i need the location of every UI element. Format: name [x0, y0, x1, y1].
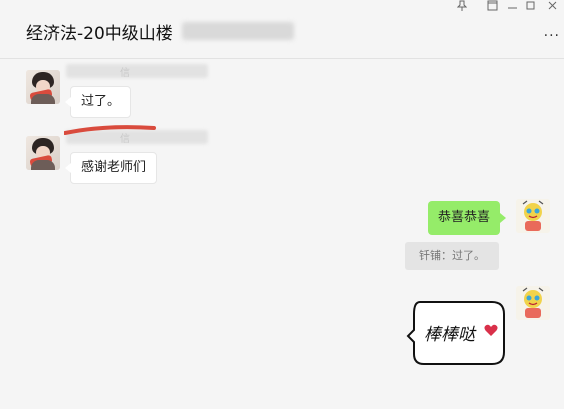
more-options-icon[interactable]: ···: [544, 28, 560, 44]
quoted-message[interactable]: 钎铺：过了。: [405, 242, 499, 270]
avatar-self[interactable]: [516, 199, 550, 233]
sticker-text: 棒棒哒: [424, 325, 475, 345]
chat-header: 经济法-20中级山楼 ···: [0, 0, 564, 59]
heart-icon: [484, 324, 498, 336]
restore-icon[interactable]: [520, 0, 540, 15]
minimize-icon[interactable]: [502, 0, 522, 15]
message-bubble[interactable]: 感谢老师们: [64, 152, 158, 184]
pin-icon[interactable]: [452, 0, 472, 16]
maximize-icon[interactable]: [482, 0, 502, 15]
sender-name-fragment: 信: [120, 68, 130, 79]
title-redaction: [182, 22, 294, 40]
message-bubble-self[interactable]: 恭喜恭喜: [428, 201, 507, 235]
message-bubble[interactable]: 过了。: [64, 86, 132, 118]
sender-name-redaction: [66, 64, 208, 78]
sticker-message[interactable]: 棒棒哒: [406, 298, 506, 368]
redaction-scribble: [64, 125, 156, 135]
avatar-self[interactable]: [516, 286, 550, 320]
close-icon[interactable]: [542, 0, 562, 15]
avatar[interactable]: [26, 70, 60, 104]
chat-title[interactable]: 经济法-20中级山楼: [26, 19, 173, 44]
avatar[interactable]: [26, 136, 60, 170]
